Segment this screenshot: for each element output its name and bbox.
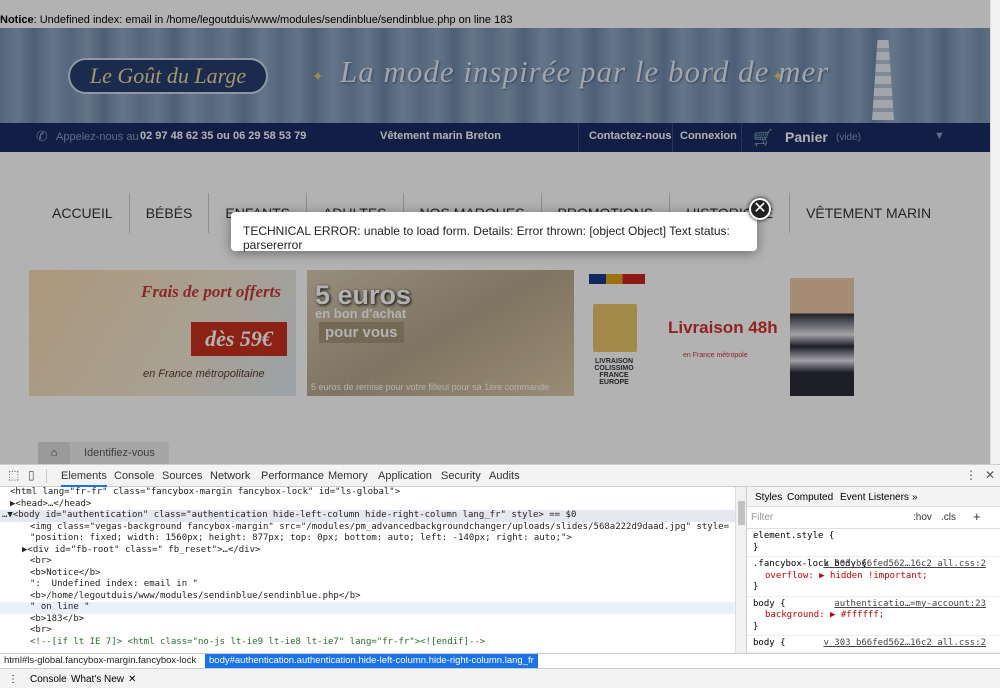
divider (46, 469, 47, 483)
rule-close: } (753, 621, 759, 632)
add-rule-icon[interactable]: + (973, 509, 981, 524)
hov-toggle[interactable]: :hov (913, 512, 932, 523)
dom-line[interactable]: <b>183</b> (0, 614, 746, 626)
tab-audits[interactable]: Audits (489, 470, 520, 482)
rule-source[interactable]: authenticatio…=my-account:23 (834, 599, 986, 611)
rule-property[interactable]: overflow: ▶ hidden !important; (753, 571, 994, 583)
styles-pane: Styles Computed Event Listeners » Filter… (746, 487, 1000, 653)
devtools-tabbar: ⬚ ▯ Elements Console Sources Network Per… (0, 465, 1000, 487)
close-icon[interactable]: ✕ (128, 674, 136, 685)
drawer-menu-icon[interactable]: ⋮ (8, 674, 18, 685)
rule-close: } (753, 542, 759, 553)
style-rule: .fancybox-lock body { v_303_b66fed562…16… (747, 557, 1000, 597)
page-scrollbar[interactable] (990, 0, 1000, 464)
close-icon[interactable]: ✕ (749, 198, 771, 220)
dom-line[interactable]: ": Undefined index: email in " (0, 579, 746, 591)
style-rule: element.style { } (747, 529, 1000, 557)
rule-selector: element.style { (753, 531, 835, 541)
drawer-tab-console[interactable]: Console (30, 674, 67, 685)
dom-line[interactable]: <b>Notice</b> (0, 568, 746, 580)
tab-sources[interactable]: Sources (162, 470, 202, 482)
dom-line[interactable]: <br> (0, 625, 746, 637)
tab-performance[interactable]: Performance (261, 470, 324, 482)
devtools-drawer: ⋮ Console What's New ✕ (0, 668, 1000, 688)
dom-line[interactable]: <!--[if lt IE 7]> <html class="no-js lt-… (0, 637, 746, 649)
dom-line[interactable]: "position: fixed; width: 1560px; height:… (0, 533, 746, 545)
more-options-icon[interactable]: ⋮ (965, 468, 977, 482)
dom-line[interactable]: <img class="vegas-background fancybox-ma… (0, 522, 746, 534)
error-modal: TECHNICAL ERROR: unable to load form. De… (231, 212, 757, 252)
dom-line[interactable]: ▶<head>…</head> (0, 499, 746, 511)
dom-line[interactable]: " on line " (0, 602, 746, 614)
dom-breadcrumb: html#ls-global.fancybox-margin.fancybox-… (0, 653, 1000, 668)
tab-application[interactable]: Application (378, 470, 432, 482)
style-rule: body { authenticatio…=my-account:23 back… (747, 597, 1000, 636)
tab-memory[interactable]: Memory (328, 470, 368, 482)
rule-source[interactable]: v_303_b66fed562…16c2_all.css:2 (823, 559, 986, 571)
dom-line[interactable]: <b>/home/legoutduis/www/modules/sendinbl… (0, 591, 746, 603)
crumb-html[interactable]: html#ls-global.fancybox-margin.fancybox-… (4, 654, 196, 667)
styles-filter[interactable]: Filter :hov .cls + (747, 507, 1000, 529)
tab-security[interactable]: Security (441, 470, 481, 482)
scrollbar-thumb[interactable] (738, 501, 745, 525)
rule-close: } (753, 582, 759, 592)
device-toolbar-icon[interactable]: ▯ (28, 468, 35, 482)
tab-network[interactable]: Network (210, 470, 250, 482)
close-icon[interactable]: ✕ (985, 468, 995, 482)
filter-input[interactable]: Filter (751, 512, 773, 523)
error-message: TECHNICAL ERROR: unable to load form. De… (243, 224, 730, 252)
tab-computed[interactable]: Computed (787, 492, 833, 503)
devtools-panel: ⬚ ▯ Elements Console Sources Network Per… (0, 464, 1000, 688)
inspect-icon[interactable]: ⬚ (8, 468, 19, 482)
drawer-tab-whats-new[interactable]: What's New (71, 674, 124, 685)
rule-property[interactable]: background: ▶ #ffffff; (753, 610, 994, 622)
dom-line-selected[interactable]: …▼<body id="authentication" class="authe… (0, 510, 746, 522)
style-rule: body { v_303_b66fed562…16c2_all.css:2 (747, 636, 1000, 653)
dom-line[interactable]: <html lang="fr-fr" class="fancybox-margi… (0, 487, 746, 499)
styles-tabbar: Styles Computed Event Listeners » (747, 487, 1000, 507)
tab-styles[interactable]: Styles (755, 492, 782, 503)
tab-elements[interactable]: Elements (61, 470, 107, 487)
tab-event-listeners[interactable]: Event Listeners (840, 492, 909, 503)
more-tabs-icon[interactable]: » (912, 492, 918, 503)
website-page: Notice: Undefined index: email in /home/… (0, 0, 1000, 464)
crumb-body[interactable]: body#authentication.authentication.hide-… (205, 654, 538, 668)
dom-tree: <html lang="fr-fr" class="fancybox-margi… (0, 487, 746, 653)
rule-source[interactable]: v_303_b66fed562…16c2_all.css:2 (823, 638, 986, 650)
dom-line[interactable]: <br> (0, 556, 746, 568)
tab-console[interactable]: Console (114, 470, 154, 482)
cls-toggle[interactable]: .cls (941, 512, 956, 523)
elements-scrollbar[interactable] (735, 487, 746, 653)
dom-line[interactable]: ▶<div id="fb-root" class=" fb_reset">…</… (0, 545, 746, 557)
